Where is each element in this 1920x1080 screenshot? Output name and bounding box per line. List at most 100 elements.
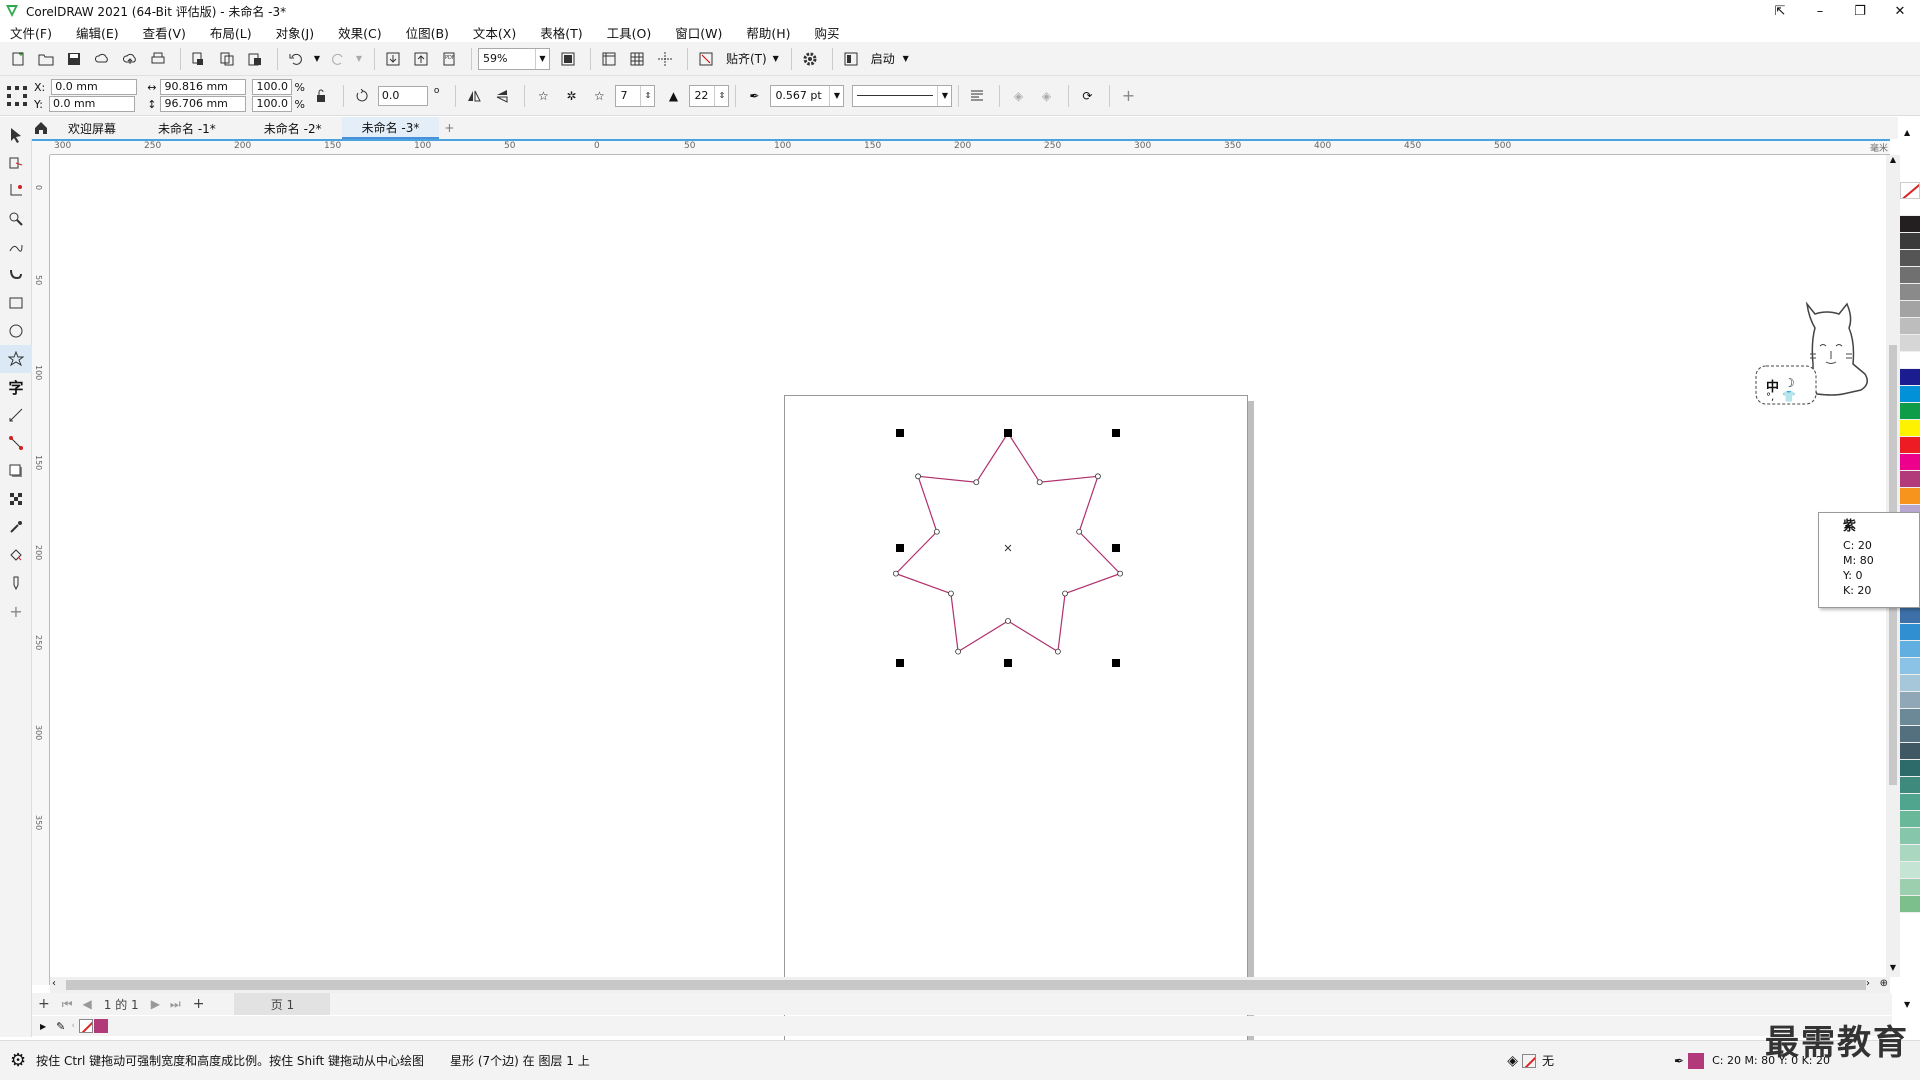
to-front-icon[interactable]: ◈ (1006, 84, 1030, 108)
palette-swatch[interactable] (1900, 454, 1920, 471)
ime-shirt-icon[interactable]: 👕 (1782, 390, 1796, 403)
doc-palette-scroll-icon[interactable]: ‹ (71, 1021, 75, 1031)
palette-swatch[interactable] (1900, 828, 1920, 845)
palette-swatch[interactable] (1900, 879, 1920, 896)
mirror-horizontal-icon[interactable] (462, 84, 486, 108)
doc-no-color-swatch[interactable] (78, 1019, 93, 1033)
palette-swatch[interactable] (1900, 233, 1920, 250)
object-origin-icon[interactable] (6, 85, 28, 107)
height-input[interactable]: 96.706 mm (160, 96, 247, 112)
palette-swatch[interactable] (1900, 335, 1920, 352)
palette-swatch[interactable] (1900, 216, 1920, 233)
palette-swatch[interactable] (1900, 488, 1920, 505)
show-grid-icon[interactable] (625, 47, 649, 71)
polygon-star-tool-icon[interactable] (0, 345, 32, 373)
fill-none-swatch[interactable] (1521, 1053, 1536, 1068)
palette-swatch[interactable] (1900, 386, 1920, 403)
palette-swatch[interactable] (1900, 199, 1920, 216)
tab-untitled-1[interactable]: 未命名 -1* (130, 117, 244, 139)
menu-view[interactable]: 查看(V) (143, 23, 186, 42)
ellipse-tool-icon[interactable] (0, 317, 32, 345)
drawing-canvas[interactable] (50, 155, 1890, 1051)
mirror-vertical-icon[interactable] (490, 84, 514, 108)
horizontal-scroll-thumb[interactable] (66, 980, 1866, 990)
freehand-tool-icon[interactable] (0, 233, 32, 261)
interactive-fill-icon[interactable] (0, 541, 32, 569)
export-icon[interactable] (409, 47, 433, 71)
chevron-down-icon[interactable]: ▼ (937, 85, 951, 106)
ime-cat-widget[interactable]: 中 ☽ °, 👕 (1752, 296, 1882, 416)
lock-ratio-icon[interactable] (309, 84, 333, 108)
outline-pen-status-icon[interactable]: ✒ (1674, 1054, 1684, 1068)
show-rulers-icon[interactable] (597, 47, 621, 71)
wrap-text-icon[interactable] (965, 84, 989, 108)
horizontal-ruler[interactable]: 300 250 200 150 100 50 0 50 100 150 200 250 300 350 40… (50, 139, 1890, 155)
scroll-left-icon[interactable]: ‹ (52, 978, 56, 989)
x-position-input[interactable]: 0.0 mm (51, 79, 138, 95)
outline-width-combo[interactable]: 0.567 pt ▼ (770, 84, 845, 107)
pdf-export-icon[interactable]: PDF (437, 47, 461, 71)
zoom-tool-icon[interactable] (0, 205, 32, 233)
palette-swatch[interactable] (1900, 845, 1920, 862)
eyedropper-icon[interactable]: ✎ (56, 1020, 65, 1033)
full-screen-preview-icon[interactable] (556, 47, 580, 71)
palette-swatch[interactable] (1900, 284, 1920, 301)
width-input[interactable]: 90.816 mm (160, 79, 247, 95)
next-page-icon[interactable]: ▶ (151, 997, 160, 1011)
show-guidelines-icon[interactable] (653, 47, 677, 71)
scale-height-input[interactable]: 100.0 (252, 96, 293, 112)
print-icon[interactable] (146, 47, 170, 71)
add-tab-button[interactable]: + (439, 117, 459, 139)
launch-icon[interactable] (839, 47, 863, 71)
rectangle-tool-icon[interactable] (0, 289, 32, 317)
snap-to-menu[interactable]: 贴齐(T) (726, 50, 767, 67)
copy-icon[interactable] (215, 47, 239, 71)
prev-page-icon[interactable]: ◀ (83, 997, 92, 1011)
palette-swatch[interactable] (1900, 675, 1920, 692)
line-style-combo[interactable]: ▼ (852, 84, 953, 107)
scale-width-input[interactable]: 100.0 (252, 79, 293, 95)
menu-edit[interactable]: 编辑(E) (76, 23, 119, 42)
palette-swatch[interactable] (1900, 607, 1920, 624)
palette-swatch[interactable] (1900, 301, 1920, 318)
crop-tool-icon[interactable] (0, 177, 32, 205)
palette-swatch[interactable] (1900, 726, 1920, 743)
eyedropper-tool-icon[interactable] (0, 513, 32, 541)
menu-window[interactable]: 窗口(W) (675, 23, 722, 42)
zoom-level-combo[interactable]: 59% ▼ (478, 47, 550, 70)
chevron-down-icon[interactable]: ▼ (535, 48, 549, 69)
menu-effects[interactable]: 效果(C) (338, 23, 381, 42)
new-document-icon[interactable] (6, 47, 30, 71)
horizontal-scrollbar[interactable]: ‹ › ⊕ (50, 977, 1890, 993)
first-page-icon[interactable]: ⏮ (62, 997, 73, 1012)
tab-untitled-3[interactable]: 未命名 -3* (341, 117, 440, 139)
palette-swatch[interactable] (1900, 794, 1920, 811)
undo-icon[interactable] (284, 47, 308, 71)
y-position-input[interactable]: 0.0 mm (48, 96, 135, 112)
launch-menu[interactable]: 启动 (871, 50, 895, 67)
palette-swatch[interactable] (1900, 896, 1920, 913)
ruler-origin[interactable] (32, 139, 50, 155)
rotation-angle-input[interactable]: 0.0 (377, 85, 428, 106)
cloud-upload-icon[interactable] (118, 47, 142, 71)
chevron-down-icon[interactable]: ▼ (829, 85, 843, 106)
import-icon[interactable] (381, 47, 405, 71)
ime-moon-icon[interactable]: ☽ (1784, 376, 1795, 390)
add-page-before-button[interactable]: + (38, 996, 50, 1012)
menu-layout[interactable]: 布局(L) (210, 23, 252, 42)
palette-swatch[interactable] (1900, 743, 1920, 760)
palette-scroll-up-icon[interactable]: ▲ (1904, 128, 1910, 137)
add-property-icon[interactable]: + (1116, 84, 1140, 108)
last-page-icon[interactable]: ⏭ (170, 997, 181, 1012)
complex-star-icon[interactable]: ✲ (559, 84, 583, 108)
doc-palette-expand-icon[interactable]: ▶ (40, 1022, 46, 1031)
palette-swatch[interactable] (1900, 437, 1920, 454)
outline-color-swatch[interactable] (1688, 1052, 1705, 1069)
stepper-arrows-icon[interactable]: ⇕ (714, 85, 728, 106)
menu-tools[interactable]: 工具(O) (607, 23, 652, 42)
undo-dropdown-icon[interactable]: ▼ (312, 47, 322, 71)
tab-welcome-screen[interactable]: 欢迎屏幕 (54, 117, 130, 139)
minimize-button[interactable]: – (1800, 0, 1840, 22)
add-page-after-button[interactable]: + (193, 996, 205, 1012)
launch-dropdown-icon[interactable]: ▼ (899, 47, 913, 71)
